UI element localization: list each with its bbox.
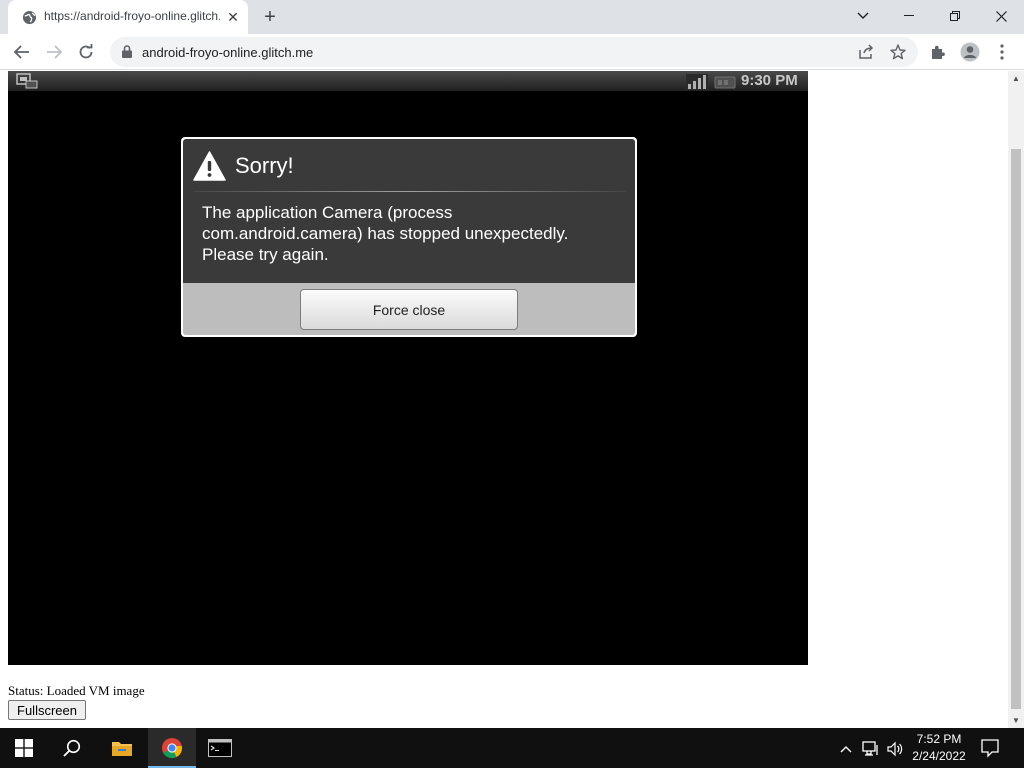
- dialog-divider: [193, 191, 625, 192]
- android-clock: 9:30 PM: [741, 72, 798, 89]
- dialog-footer: Force close: [183, 283, 635, 335]
- android-emulator-screen[interactable]: 9:30 PM Sorry! The application Camera (p…: [8, 71, 808, 665]
- address-bar[interactable]: android-froyo-online.glitch.me: [110, 37, 918, 67]
- extensions-puzzle-icon[interactable]: [925, 39, 951, 65]
- close-window-button[interactable]: [981, 2, 1021, 30]
- scroll-down-arrow-icon[interactable]: ▼: [1012, 716, 1020, 725]
- start-icon[interactable]: [0, 728, 48, 768]
- profile-avatar-icon[interactable]: [957, 39, 983, 65]
- signal-strength-icon: [686, 74, 708, 95]
- alert-icon: [193, 151, 226, 186]
- terminal-icon[interactable]: [196, 728, 244, 768]
- close-tab-icon[interactable]: ✕: [225, 9, 241, 25]
- windows-taskbar: 7:52 PM 2/24/2022: [0, 728, 1024, 768]
- tab-title: https://android-froyo-online.glitch.me: [44, 9, 220, 23]
- dialog-title: Sorry!: [235, 153, 294, 178]
- taskbar-time: 7:52 PM: [916, 732, 962, 746]
- fullscreen-button[interactable]: Fullscreen: [8, 700, 86, 720]
- file-explorer-icon[interactable]: [98, 728, 146, 768]
- page-scrollbar[interactable]: ▲ ▼: [1008, 71, 1024, 728]
- usb-debugging-icon: [16, 73, 38, 94]
- forward-arrow-icon[interactable]: [41, 39, 67, 65]
- force-close-button[interactable]: Force close: [300, 289, 518, 330]
- search-icon[interactable]: [48, 728, 96, 768]
- scroll-up-arrow-icon[interactable]: ▲: [1012, 74, 1020, 83]
- tab-strip: https://android-froyo-online.glitch.me ✕…: [0, 0, 1024, 34]
- dialog-message: The application Camera (process com.andr…: [202, 203, 569, 264]
- url-text[interactable]: android-froyo-online.glitch.me: [142, 45, 313, 60]
- notifications-icon[interactable]: [980, 738, 1000, 763]
- tab-search-icon[interactable]: [843, 2, 883, 30]
- bookmark-star-icon[interactable]: [889, 43, 907, 61]
- dialog-body: Sorry! The application Camera (process c…: [183, 139, 635, 283]
- browser-menu-icon[interactable]: [989, 39, 1015, 65]
- browser-toolbar: android-froyo-online.glitch.me: [0, 34, 1024, 70]
- minimize-window-button[interactable]: [889, 2, 929, 30]
- back-arrow-icon[interactable]: [9, 39, 35, 65]
- error-dialog: Sorry! The application Camera (process c…: [181, 137, 637, 337]
- taskbar-clock[interactable]: 7:52 PM 2/24/2022: [904, 731, 974, 765]
- volume-icon[interactable]: [886, 740, 904, 758]
- web-page: 9:30 PM Sorry! The application Camera (p…: [0, 71, 1008, 728]
- taskbar-date: 2/24/2022: [912, 749, 966, 763]
- show-hidden-icons-chevron-icon[interactable]: [837, 740, 855, 758]
- network-icon[interactable]: [862, 740, 880, 758]
- chrome-icon[interactable]: [148, 728, 196, 768]
- scrollbar-thumb[interactable]: [1011, 149, 1021, 709]
- share-icon[interactable]: [857, 43, 875, 61]
- vm-status-text: Status: Loaded VM image: [8, 683, 145, 698]
- sd-card-icon: [714, 75, 736, 94]
- browser-tab[interactable]: https://android-froyo-online.glitch.me ✕: [8, 0, 248, 34]
- globe-icon: [22, 10, 37, 25]
- new-tab-button[interactable]: +: [259, 6, 281, 28]
- android-status-bar: 9:30 PM: [8, 71, 808, 91]
- lock-icon[interactable]: [122, 45, 132, 63]
- reload-icon[interactable]: [73, 39, 99, 65]
- restore-window-button[interactable]: [935, 2, 975, 30]
